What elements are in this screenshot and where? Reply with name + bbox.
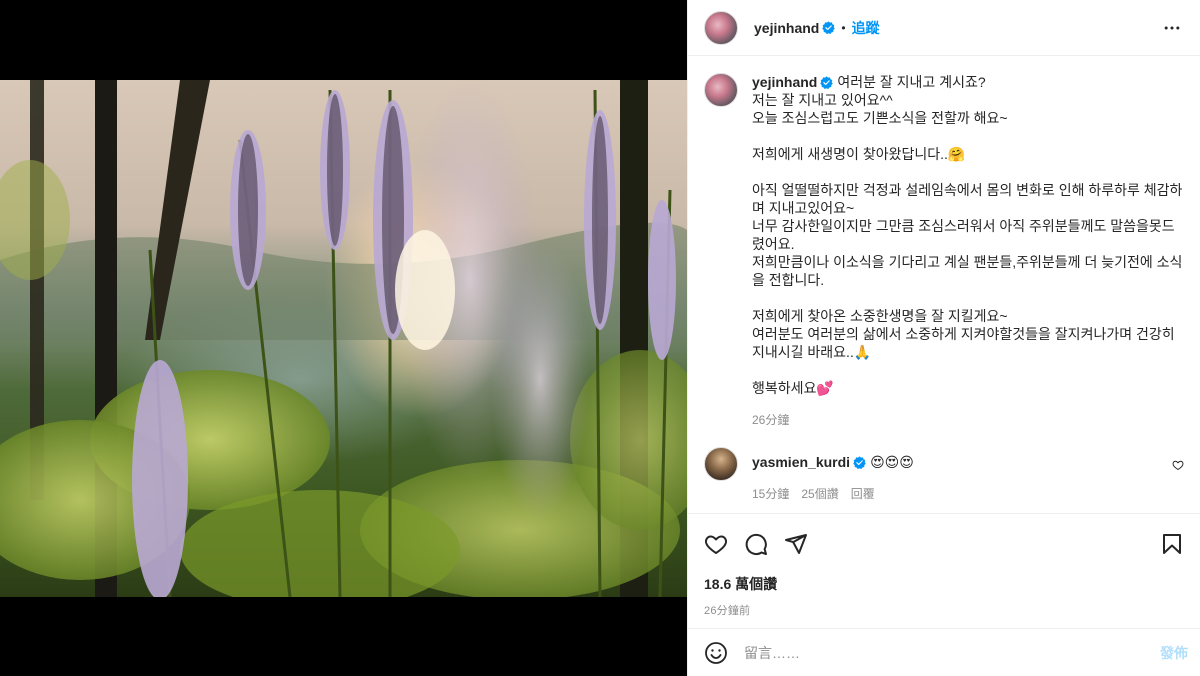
post-comment-button[interactable]: 發佈 (1160, 643, 1188, 663)
comment-meta: 15分鐘 25個讚 回覆 (752, 485, 1158, 503)
author-username[interactable]: yejinhand (754, 20, 819, 36)
caption: yejinhand 여러분 잘 지내고 계시죠? 저는 잘 지내고 있어요^^ … (704, 73, 1184, 429)
action-bar (704, 530, 1184, 558)
comment-button[interactable] (744, 532, 768, 556)
comment-reply-button[interactable]: 回覆 (851, 485, 875, 503)
comment-item: yasmien_kurdi 😍😍😍 15分鐘 25個讚 回覆 (704, 447, 1184, 503)
save-button[interactable] (1160, 532, 1184, 556)
comment-time[interactable]: 15分鐘 (752, 485, 789, 503)
verified-badge-icon (820, 76, 834, 89)
comment-like-heart-icon[interactable] (1172, 459, 1184, 471)
author-info: yejinhand • 追蹤 (754, 18, 880, 38)
post-detail-panel: yejinhand • 追蹤 yejinhand 여러분 잘 지내고 계시죠? … (687, 0, 1200, 676)
author-avatar[interactable] (704, 10, 738, 45)
post-header: yejinhand • 追蹤 (688, 0, 1200, 56)
post-actions-area: 18.6 萬個讚 26分鐘前 (688, 513, 1200, 618)
comment-composer: 發佈 (688, 628, 1200, 676)
comments-scroll-area[interactable]: yejinhand 여러분 잘 지내고 계시죠? 저는 잘 지내고 있어요^^ … (688, 57, 1200, 513)
comment-body: yasmien_kurdi 😍😍😍 15分鐘 25個讚 回覆 (752, 447, 1158, 503)
caption-time[interactable]: 26分鐘 (752, 411, 1184, 429)
post-media (0, 0, 687, 676)
post-timestamp[interactable]: 26分鐘前 (704, 602, 1184, 618)
commenter-username[interactable]: yasmien_kurdi (752, 454, 850, 470)
paper-plane-icon (785, 534, 807, 554)
caption-text: 여러분 잘 지내고 계시죠? 저는 잘 지내고 있어요^^ 오늘 조심스럽고도 … (752, 74, 1183, 396)
emoji-smile-icon (705, 641, 727, 664)
comment-text: 😍😍😍 (870, 454, 914, 470)
follow-button[interactable]: 追蹤 (852, 18, 880, 38)
comment-bubble-icon (745, 533, 767, 556)
bookmark-icon (1163, 534, 1181, 554)
like-count[interactable]: 18.6 萬個讚 (704, 574, 1184, 594)
verified-badge-icon (853, 456, 866, 469)
comment-input[interactable] (744, 644, 1160, 661)
caption-body: yejinhand 여러분 잘 지내고 계시죠? 저는 잘 지내고 있어요^^ … (752, 73, 1184, 429)
like-button[interactable] (704, 532, 728, 556)
share-button[interactable] (784, 532, 808, 556)
flower-photo-art (0, 80, 687, 597)
more-horizontal-icon (1164, 26, 1180, 29)
verified-badge-icon (822, 21, 836, 34)
separator-dot: • (841, 20, 846, 35)
caption-username[interactable]: yejinhand (752, 74, 817, 90)
post-photo[interactable] (0, 80, 687, 597)
heart-icon (705, 535, 727, 554)
caption-author-avatar[interactable] (704, 73, 738, 107)
more-options-icon[interactable] (1160, 16, 1184, 40)
comment-likes[interactable]: 25個讚 (801, 485, 838, 503)
emoji-button[interactable] (704, 641, 728, 665)
commenter-avatar[interactable] (704, 447, 738, 481)
